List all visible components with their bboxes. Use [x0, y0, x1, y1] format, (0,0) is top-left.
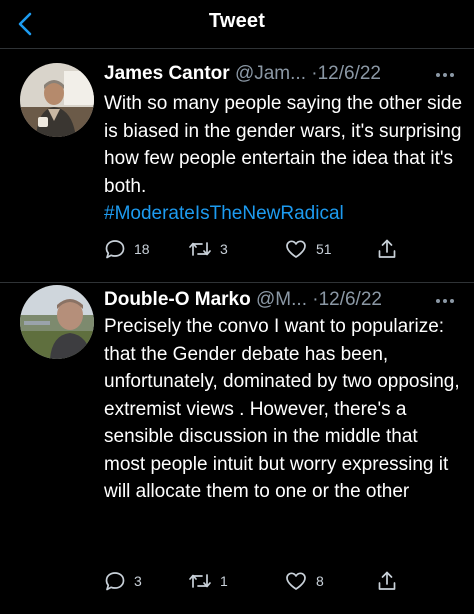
hashtag-link[interactable]: #ModerateIsTheNewRadical — [104, 203, 344, 224]
author-name[interactable]: James Cantor — [104, 63, 230, 84]
avatar[interactable] — [20, 63, 94, 137]
reply-button[interactable]: 18 — [104, 237, 150, 261]
reply-icon — [105, 572, 125, 591]
reply-count: 18 — [134, 241, 150, 257]
share-button[interactable] — [376, 569, 398, 593]
reply-count: 3 — [134, 573, 142, 589]
retweet-icon — [189, 574, 211, 588]
retweet-button[interactable]: 3 — [188, 237, 228, 261]
tweet-header: James Cantor @Jam... ·12/6/22 — [104, 63, 460, 89]
share-button[interactable] — [376, 237, 398, 261]
more-options-button[interactable] — [434, 291, 456, 309]
tweet-actions: 18 3 51 — [104, 237, 464, 261]
share-icon — [378, 571, 396, 590]
retweet-count: 3 — [220, 241, 228, 257]
author-name[interactable]: Double-O Marko — [104, 289, 251, 310]
tweet-header: Double-O Marko @M... ·12/6/22 — [104, 289, 460, 315]
like-icon — [286, 240, 306, 258]
retweet-icon — [189, 242, 211, 256]
like-count: 51 — [316, 241, 332, 257]
ellipsis-icon — [436, 73, 454, 77]
tweet-body: With so many people saying the other sid… — [104, 93, 463, 197]
more-options-button[interactable] — [434, 65, 456, 83]
share-icon — [378, 239, 396, 258]
tweet-actions: 3 1 8 — [104, 569, 464, 593]
like-icon — [286, 572, 306, 590]
reply-button[interactable]: 3 — [104, 569, 142, 593]
avatar[interactable] — [20, 285, 94, 359]
tweet-date[interactable]: 12/6/22 — [318, 63, 381, 84]
ellipsis-icon — [436, 299, 454, 303]
tweet-date[interactable]: 12/6/22 — [319, 289, 382, 310]
page-title: Tweet — [208, 10, 266, 32]
tweet-body: Precisely the convo I want to popularize… — [104, 316, 460, 502]
tweet-text: With so many people saying the other sid… — [104, 90, 464, 228]
tweet[interactable]: Double-O Marko @M... ·12/6/22 Precisely … — [0, 283, 474, 614]
author-handle[interactable]: @M... — [256, 289, 307, 310]
author-handle[interactable]: @Jam... — [235, 63, 306, 84]
tweet[interactable]: James Cantor @Jam... ·12/6/22 With so ma… — [0, 49, 474, 283]
reply-icon — [105, 240, 125, 259]
tweet-text: Precisely the convo I want to popularize… — [104, 313, 464, 506]
top-bar: Tweet — [0, 0, 474, 49]
retweet-count: 1 — [220, 573, 228, 589]
like-button[interactable]: 8 — [284, 569, 324, 593]
retweet-button[interactable]: 1 — [188, 569, 228, 593]
like-button[interactable]: 51 — [284, 237, 332, 261]
like-count: 8 — [316, 573, 324, 589]
